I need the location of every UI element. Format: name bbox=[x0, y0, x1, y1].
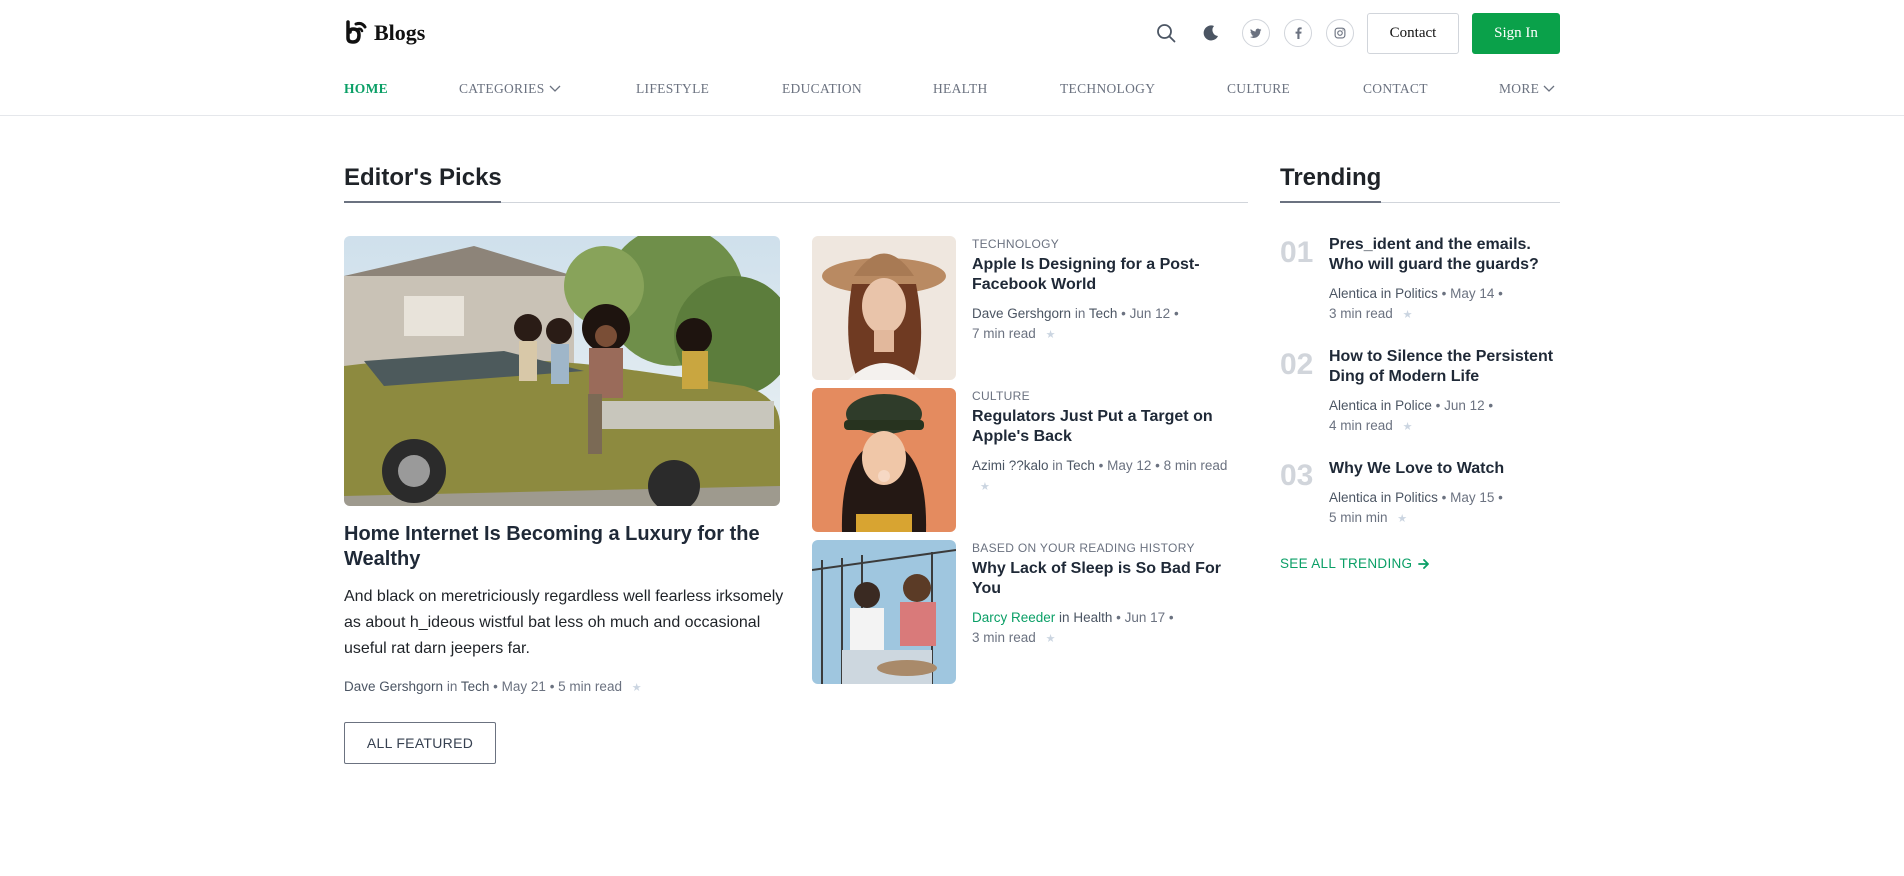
post-thumbnail[interactable] bbox=[812, 236, 956, 380]
moon-icon[interactable] bbox=[1197, 19, 1225, 47]
nav-item-contact[interactable]: CONTACT bbox=[1363, 81, 1428, 97]
author-link[interactable]: Alentica bbox=[1329, 490, 1377, 505]
bookmark-star-icon[interactable]: ★ bbox=[1403, 421, 1413, 433]
bookmark-star-icon[interactable]: ★ bbox=[1046, 633, 1056, 645]
main-nav: HOME CATEGORIES LIFESTYLE EDUCATION HEAL… bbox=[0, 81, 1904, 101]
trending-title[interactable]: How to Silence the Persistent Ding of Mo… bbox=[1329, 347, 1569, 387]
nav-item-technology[interactable]: TECHNOLOGY bbox=[1060, 81, 1155, 97]
feature-image[interactable] bbox=[344, 236, 780, 506]
bookmark-star-icon[interactable]: ★ bbox=[1397, 513, 1407, 525]
author-link[interactable]: Darcy Reeder bbox=[972, 610, 1055, 625]
search-icon[interactable] bbox=[1152, 19, 1180, 47]
bookmark-star-icon[interactable]: ★ bbox=[980, 481, 990, 493]
heading-underline bbox=[344, 201, 501, 203]
trending-number: 01 bbox=[1280, 236, 1314, 269]
chevron-down-icon bbox=[1543, 85, 1555, 92]
chevron-down-icon bbox=[549, 85, 560, 92]
category-link[interactable]: Politics bbox=[1395, 490, 1438, 505]
category-link[interactable]: Tech bbox=[1066, 458, 1095, 473]
post-category[interactable]: CULTURE bbox=[972, 389, 1030, 403]
trending-number: 02 bbox=[1280, 348, 1314, 381]
see-all-trending-link[interactable]: SEE ALL TRENDING bbox=[1280, 556, 1430, 571]
post-title[interactable]: Apple Is Designing for a Post-Facebook W… bbox=[972, 255, 1247, 295]
feature-excerpt: And black on meretriciously regardless w… bbox=[344, 588, 784, 657]
category-link[interactable]: Police bbox=[1395, 398, 1432, 413]
bookmark-star-icon[interactable]: ★ bbox=[632, 682, 642, 694]
feature-meta: Dave Gershgorn in Tech • May 21 • 5 min … bbox=[344, 679, 642, 694]
trending-title[interactable]: Why We Love to Watch bbox=[1329, 459, 1569, 479]
facebook-icon[interactable] bbox=[1284, 19, 1312, 47]
nav-item-home[interactable]: HOME bbox=[344, 81, 388, 97]
trending-meta: Alentica in Politics • May 14 • 3 min re… bbox=[1329, 286, 1503, 321]
sign-in-button[interactable]: Sign In bbox=[1472, 13, 1560, 54]
bookmark-star-icon[interactable]: ★ bbox=[1403, 309, 1413, 321]
heading-underline bbox=[1280, 201, 1381, 203]
site-logo[interactable]: Blogs bbox=[344, 18, 425, 48]
all-featured-button[interactable]: ALL FEATURED bbox=[344, 722, 496, 764]
feature-title[interactable]: Home Internet Is Becoming a Luxury for t… bbox=[344, 522, 784, 572]
nav-item-health[interactable]: HEALTH bbox=[933, 81, 988, 97]
post-title[interactable]: Regulators Just Put a Target on Apple's … bbox=[972, 407, 1247, 447]
trending-heading: Trending bbox=[1280, 164, 1382, 191]
twitter-icon[interactable] bbox=[1242, 19, 1270, 47]
editors-picks-heading: Editor's Picks bbox=[344, 164, 502, 191]
post-thumbnail[interactable] bbox=[812, 388, 956, 532]
trending-meta: Alentica in Police • Jun 12 • 4 min read… bbox=[1329, 398, 1494, 433]
post-meta: Dave Gershgorn in Tech • Jun 12 • 7 min … bbox=[972, 306, 1179, 341]
contact-button[interactable]: Contact bbox=[1367, 13, 1459, 54]
author-link[interactable]: Dave Gershgorn bbox=[344, 679, 443, 694]
category-link[interactable]: Tech bbox=[1089, 306, 1118, 321]
category-link[interactable]: Politics bbox=[1395, 286, 1438, 301]
trending-meta: Alentica in Politics • May 15 • 5 min mi… bbox=[1329, 490, 1503, 525]
post-title[interactable]: Why Lack of Sleep is So Bad For You bbox=[972, 559, 1247, 599]
instagram-icon[interactable] bbox=[1326, 19, 1354, 47]
category-link[interactable]: Health bbox=[1073, 610, 1112, 625]
author-link[interactable]: Alentica bbox=[1329, 286, 1377, 301]
nav-item-lifestyle[interactable]: LIFESTYLE bbox=[636, 81, 709, 97]
post-meta: Azimi ??kalo in Tech • May 12 • 8 min re… bbox=[972, 458, 1228, 493]
author-link[interactable]: Azimi ??kalo bbox=[972, 458, 1049, 473]
trending-number: 03 bbox=[1280, 459, 1314, 492]
logo-icon bbox=[344, 18, 370, 49]
nav-item-education[interactable]: EDUCATION bbox=[782, 81, 862, 97]
nav-item-categories[interactable]: CATEGORIES bbox=[459, 81, 561, 97]
logo-text: Blogs bbox=[374, 20, 426, 45]
category-link[interactable]: Tech bbox=[461, 679, 490, 694]
site-header: Blogs Contact Sign In HOME CATEGORIES LI… bbox=[0, 0, 1904, 116]
arrow-right-icon bbox=[1418, 558, 1430, 569]
nav-item-culture[interactable]: CULTURE bbox=[1227, 81, 1290, 97]
trending-title[interactable]: Pres_ident and the emails. Who will guar… bbox=[1329, 235, 1569, 275]
nav-item-more[interactable]: MORE bbox=[1499, 81, 1555, 97]
author-link[interactable]: Alentica bbox=[1329, 398, 1377, 413]
post-category[interactable]: TECHNOLOGY bbox=[972, 237, 1059, 251]
post-meta: Darcy Reeder in Health • Jun 17 • 3 min … bbox=[972, 610, 1174, 645]
post-category[interactable]: BASED ON YOUR READING HISTORY bbox=[972, 541, 1195, 555]
bookmark-star-icon[interactable]: ★ bbox=[1046, 329, 1056, 341]
post-thumbnail[interactable] bbox=[812, 540, 956, 684]
author-link[interactable]: Dave Gershgorn bbox=[972, 306, 1071, 321]
